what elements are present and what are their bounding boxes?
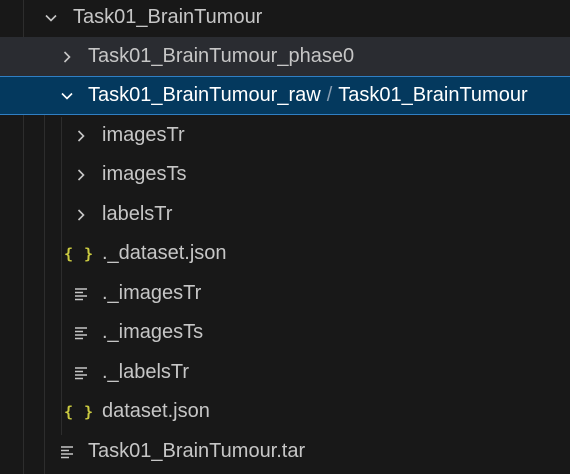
tree-item-label: ._dataset.json xyxy=(102,242,227,264)
tree-file-task01-braintumour-tar[interactable]: Task01_BrainTumour.tar xyxy=(0,432,570,471)
text-file-icon xyxy=(70,274,92,313)
tree-item-label: imagesTs xyxy=(102,163,187,185)
chevron-right-icon xyxy=(56,37,78,76)
tree-folder-imagests[interactable]: imagesTs xyxy=(0,155,570,194)
file-explorer-tree: Task01_BrainTumour Task01_BrainTumour_ph… xyxy=(0,0,570,474)
chevron-right-icon xyxy=(70,116,92,155)
tree-item-label: imagesTr xyxy=(102,124,185,146)
tree-item-label: dataset.json xyxy=(102,400,210,422)
tree-item-label: ._labelsTr xyxy=(102,361,190,383)
tree-file-dot-imagestr[interactable]: ._imagesTr xyxy=(0,274,570,313)
chevron-right-icon xyxy=(70,195,92,234)
chevron-down-icon xyxy=(56,76,78,115)
tree-item-label-segment[interactable]: Task01_BrainTumour_raw xyxy=(88,84,321,106)
tree-file-dataset-json[interactable]: { } dataset.json xyxy=(0,392,570,431)
tree-folder-task01-braintumour-raw[interactable]: Task01_BrainTumour_raw / Task01_BrainTumou… xyxy=(0,76,570,115)
text-file-icon xyxy=(56,432,78,471)
tree-file-dot-imagests[interactable]: ._imagesTs xyxy=(0,313,570,352)
tree-item-label: Task01_BrainTumour_phase0 xyxy=(88,45,355,67)
text-file-icon xyxy=(70,313,92,352)
tree-item-label: ._imagesTs xyxy=(102,321,204,343)
tree-folder-task01-braintumour[interactable]: Task01_BrainTumour xyxy=(0,0,570,37)
tree-item-label: Task01_BrainTumour.tar xyxy=(88,440,306,462)
chevron-down-icon xyxy=(40,0,62,37)
json-icon: { } xyxy=(63,244,95,263)
path-separator: / xyxy=(326,84,333,106)
tree-file-dot-labelstr[interactable]: ._labelsTr xyxy=(0,353,570,392)
tree-folder-labelstr[interactable]: labelsTr xyxy=(0,195,570,234)
chevron-right-icon xyxy=(70,155,92,194)
tree-item-label: Task01_BrainTumour xyxy=(73,6,263,28)
tree-item-label-segment[interactable]: Task01_BrainTumour xyxy=(338,84,527,106)
text-file-icon xyxy=(70,353,92,392)
tree-file-dot-dataset-json[interactable]: { } ._dataset.json xyxy=(0,234,570,273)
json-icon: { } xyxy=(63,402,95,421)
tree-item-label: ._imagesTr xyxy=(102,282,202,304)
tree-folder-task01-braintumour-phase0[interactable]: Task01_BrainTumour_phase0 xyxy=(0,37,570,76)
compact-folder-path: Task01_BrainTumour_raw / Task01_BrainTumou… xyxy=(88,76,528,115)
tree-folder-imagestr[interactable]: imagesTr xyxy=(0,116,570,155)
tree-item-label: labelsTr xyxy=(102,203,173,225)
